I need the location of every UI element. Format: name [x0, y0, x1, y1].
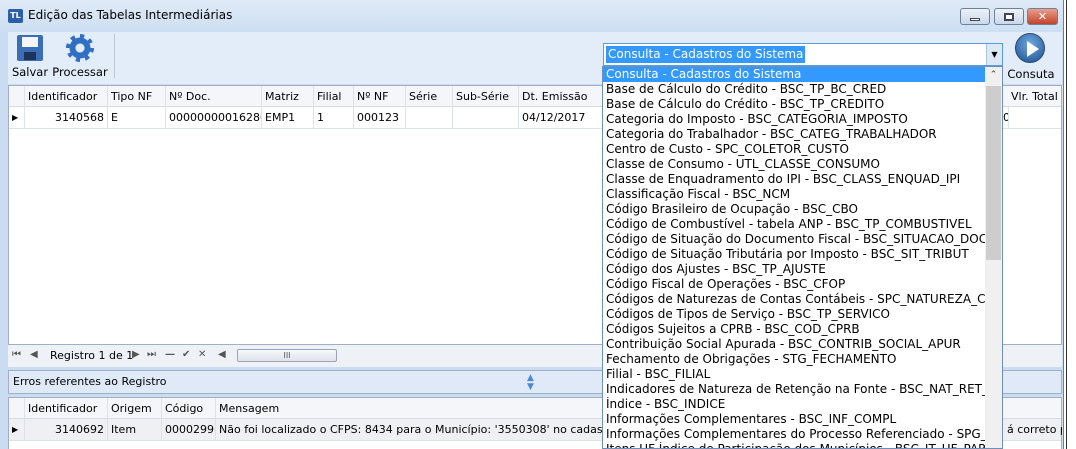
cell-dt-emissao[interactable]: 04/12/2017: [519, 107, 603, 128]
column-header[interactable]: Identificador: [25, 398, 108, 419]
cell-vlr-total[interactable]: 0: [1003, 107, 1009, 128]
cell-identificador[interactable]: 3140568: [25, 107, 108, 128]
play-icon[interactable]: [1015, 33, 1045, 63]
dropdown-option[interactable]: Consulta - Cadastros do Sistema: [603, 67, 986, 82]
scroll-left-icon[interactable]: ◀: [218, 349, 226, 360]
background-window: [1066, 0, 1076, 449]
prev-record-icon[interactable]: ◀: [30, 349, 38, 360]
chevron-down-icon[interactable]: ▼: [986, 44, 1002, 65]
close-icon: ✕: [1037, 10, 1048, 23]
dropdown-option[interactable]: Códigos de Tipos de Serviço - BSC_TP_SER…: [603, 307, 986, 322]
app-icon: TL: [8, 9, 23, 23]
close-button[interactable]: ✕: [1027, 8, 1058, 25]
dropdown-option[interactable]: Classe de Consumo - UTL_CLASSE_CONSUMO: [603, 157, 986, 172]
cancel-record-icon[interactable]: ✕: [198, 349, 206, 360]
window-title: Edição das Tabelas Intermediárias: [28, 8, 233, 22]
column-header[interactable]: Nº NF: [354, 86, 406, 107]
floppy-disk-icon: [17, 35, 43, 61]
column-header[interactable]: Nº Doc.: [166, 86, 262, 107]
record-position: Registro 1 de 1: [50, 349, 134, 362]
table-select-combo[interactable]: Consulta - Cadastros do Sistema ▼: [603, 43, 1003, 66]
save-label: Salvar: [11, 65, 49, 79]
errors-panel-title: Erros referentes ao Registro: [13, 375, 167, 388]
delete-record-icon[interactable]: —: [165, 349, 175, 360]
next-record-icon[interactable]: ▶: [132, 349, 140, 360]
cell-serie[interactable]: [406, 107, 453, 128]
cell-matriz[interactable]: EMP1: [262, 107, 314, 128]
process-button[interactable]: Processar: [52, 32, 108, 79]
cell-sub-serie[interactable]: [453, 107, 519, 128]
column-header[interactable]: Filial: [314, 86, 354, 107]
cell-num-doc[interactable]: 000000000162801: [166, 107, 262, 128]
column-header[interactable]: Origem: [108, 398, 162, 419]
dropdown-option[interactable]: Código Fiscal de Operações - BSC_CFOP: [603, 277, 986, 292]
post-record-icon[interactable]: ✔: [182, 349, 190, 360]
maximize-button[interactable]: [994, 8, 1024, 25]
dropdown-option[interactable]: Indicadores de Natureza de Retenção na F…: [603, 382, 986, 397]
maximize-icon: [1004, 13, 1014, 21]
dropdown-option[interactable]: Código dos Ajustes - BSC_TP_AJUSTE: [603, 262, 986, 277]
main-window: TL Edição das Tabelas Intermediárias ✕ S…: [0, 0, 1064, 449]
horizontal-scrollbar[interactable]: III: [237, 349, 337, 362]
dropdown-option[interactable]: Fechamento de Obrigações - STG_FECHAMENT…: [603, 352, 986, 367]
dropdown-option[interactable]: Informações Complementares - BSC_INF_COM…: [603, 412, 986, 427]
process-label: Processar: [52, 65, 108, 79]
column-header[interactable]: Tipo NF: [108, 86, 166, 107]
dropdown-option[interactable]: Código de Combustível - tabela ANP - BSC…: [603, 217, 986, 232]
dropdown-option[interactable]: Base de Cálculo do Crédito - BSC_TP_CRED…: [603, 97, 986, 112]
cell-identificador[interactable]: 3140692: [25, 419, 108, 440]
dropdown-option[interactable]: Contribuição Social Apurada - BSC_CONTRI…: [603, 337, 986, 352]
column-header[interactable]: Série: [406, 86, 453, 107]
cell-codigo[interactable]: 0000299: [162, 419, 216, 440]
dropdown-option[interactable]: Código de Situação Tributária por Impost…: [603, 247, 986, 262]
column-header[interactable]: Matriz: [262, 86, 314, 107]
dropdown-option[interactable]: Código Brasileiro de Ocupação - BSC_CBO: [603, 202, 986, 217]
minimize-button[interactable]: [960, 8, 990, 25]
indicator-header: [9, 86, 25, 107]
splitter-arrows-icon[interactable]: ▲ ▼: [527, 371, 534, 392]
gear-icon: [66, 34, 94, 62]
column-header[interactable]: Dt. Emissão: [519, 86, 603, 107]
title-bar: TL Edição das Tabelas Intermediárias ✕: [0, 0, 1063, 32]
dropdown-list[interactable]: Consulta - Cadastros do Sistema Base de C…: [602, 66, 1003, 449]
dropdown-option[interactable]: Informações Complementares do Processo R…: [603, 427, 986, 442]
toolbar-separator: [114, 34, 115, 78]
dropdown-option[interactable]: Índice - BSC_INDICE: [603, 397, 986, 412]
dropdown-option[interactable]: Centro de Custo - SPC_COLETOR_CUSTO: [603, 142, 986, 157]
column-header[interactable]: Identificador: [25, 86, 108, 107]
save-button[interactable]: Salvar: [10, 32, 50, 79]
cell-filial[interactable]: 1: [314, 107, 354, 128]
cell-mensagem[interactable]: Não foi localizado o CFPS: 8434 para o M…: [216, 419, 616, 440]
dropdown-option[interactable]: Categoria do Imposto - BSC_CATEGORIA_IMP…: [603, 112, 986, 127]
column-header[interactable]: Código: [162, 398, 216, 419]
dropdown-option[interactable]: Classificação Fiscal - BSC_NCM: [603, 187, 986, 202]
first-record-icon[interactable]: ⏮: [12, 349, 21, 360]
dropdown-option[interactable]: Códigos Sujeitos a CPRB - BSC_COD_CPRB: [603, 322, 986, 337]
last-record-icon[interactable]: ⏭: [147, 349, 156, 360]
dropdown-option[interactable]: Base de Cálculo do Crédito - BSC_TP_BC_C…: [603, 82, 986, 97]
chevron-up-icon[interactable]: ⌃: [985, 67, 1002, 84]
query-label: Consuta: [1007, 67, 1055, 81]
dropdown-option[interactable]: Filial - BSC_FILIAL: [603, 367, 986, 382]
cell-mensagem-tail: á correto p: [1004, 419, 1063, 440]
minimize-icon: [970, 18, 980, 21]
scrollbar-thumb[interactable]: [986, 86, 1001, 260]
indicator-header: [9, 398, 25, 419]
column-header[interactable]: Vlr. Total: [1006, 86, 1063, 107]
dropdown-option[interactable]: Itens UF Índice de Participação dos Muni…: [603, 442, 986, 448]
dropdown-option[interactable]: Classe de Enquadramento do IPI - BSC_CLA…: [603, 172, 986, 187]
dropdown-option[interactable]: Categoria do Trabalhador - BSC_CATEG_TRA…: [603, 127, 986, 142]
row-indicator-icon: ▶: [9, 107, 25, 128]
cell-num-nf[interactable]: 000123: [354, 107, 406, 128]
dropdown-option[interactable]: Códigos de Naturezas de Contas Contábeis…: [603, 292, 986, 307]
dropdown-scrollbar[interactable]: ⌃: [985, 67, 1002, 448]
cell-origem[interactable]: Item: [108, 419, 162, 440]
column-header[interactable]: Sub-Série: [453, 86, 519, 107]
cell-tipo-nf[interactable]: E: [108, 107, 166, 128]
combo-selected-value: Consulta - Cadastros do Sistema: [606, 46, 806, 63]
row-indicator-icon: ▶: [9, 419, 25, 440]
dropdown-option[interactable]: Código de Situação do Documento Fiscal -…: [603, 232, 986, 247]
